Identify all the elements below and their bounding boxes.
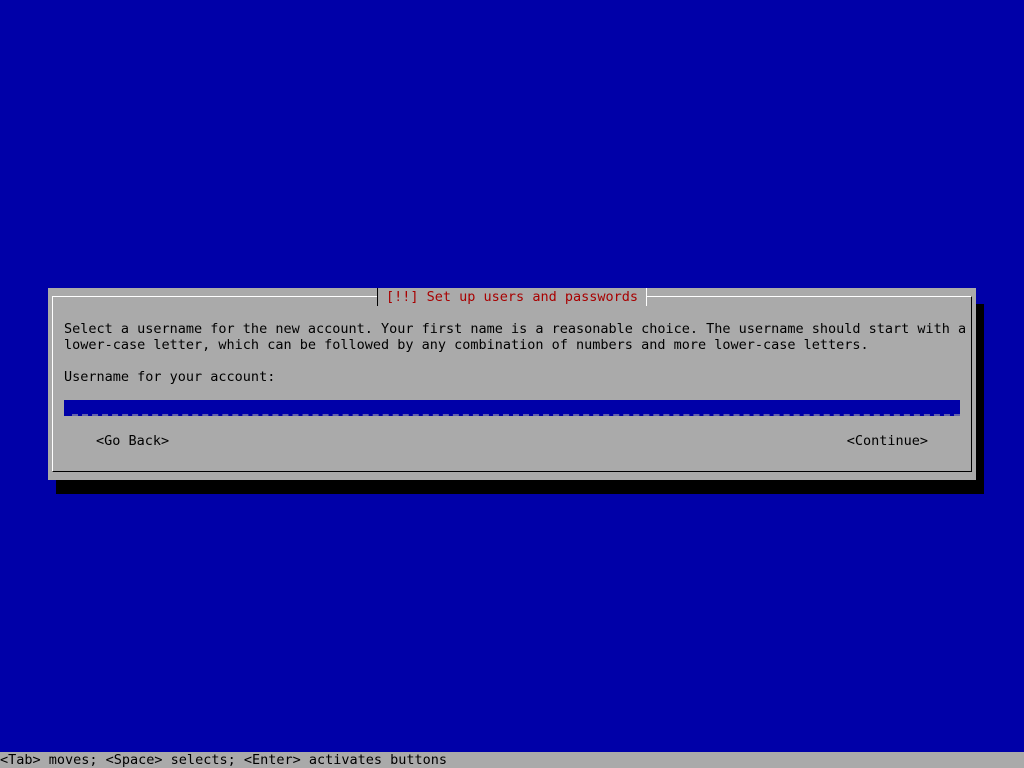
dialog-prompt: Select a username for the new account. Y…	[64, 321, 967, 353]
input-fill	[72, 412, 960, 416]
continue-button[interactable]: <Continue>	[847, 433, 928, 449]
go-back-button[interactable]: <Go Back>	[96, 433, 169, 449]
setup-users-dialog: [!!] Set up users and passwords Select a…	[48, 288, 976, 480]
username-input[interactable]	[64, 400, 960, 416]
installer-screen: [!!] Set up users and passwords Select a…	[0, 0, 1024, 768]
dialog-title: [!!] Set up users and passwords	[377, 288, 647, 306]
status-bar: <Tab> moves; <Space> selects; <Enter> ac…	[0, 752, 1024, 768]
username-label: Username for your account:	[64, 369, 276, 385]
